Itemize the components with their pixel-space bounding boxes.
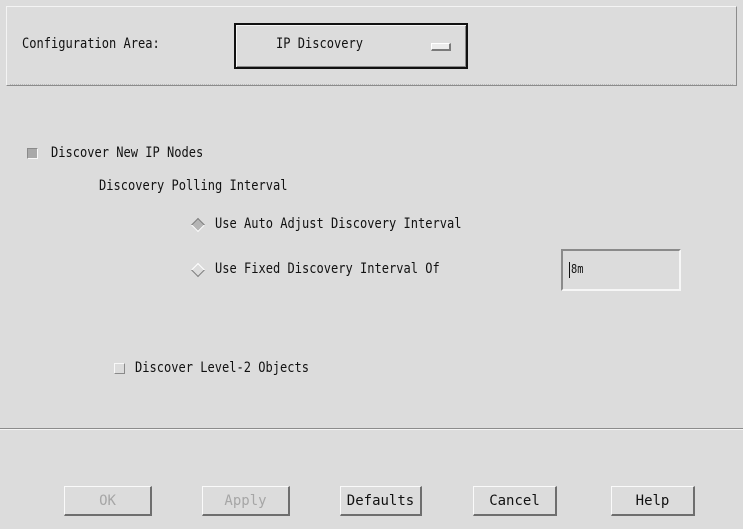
configuration-area-label: Configuration Area: <box>22 36 160 52</box>
ip-discovery-config-dialog: Configuration Area: IP Discovery Discove… <box>0 0 743 529</box>
configuration-area-option-menu[interactable]: IP Discovery <box>234 23 468 69</box>
fixed-interval-input[interactable]: 8m <box>561 249 681 291</box>
text-cursor <box>569 262 570 278</box>
defaults-button-label: Defaults <box>346 493 415 509</box>
topbar-divider <box>10 84 733 85</box>
fixed-interval-label: Use Fixed Discovery Interval Of <box>215 261 440 277</box>
fixed-interval-value: 8m <box>571 262 584 276</box>
discover-level2-objects-checkbox[interactable] <box>114 363 125 374</box>
cancel-button-label: Cancel <box>489 493 540 509</box>
help-button-label: Help <box>635 493 670 509</box>
discover-level2-objects-label: Discover Level-2 Objects <box>135 360 309 376</box>
apply-button[interactable]: Apply <box>202 486 290 516</box>
cancel-button[interactable]: Cancel <box>473 486 557 516</box>
defaults-button[interactable]: Defaults <box>340 486 422 516</box>
auto-adjust-interval-label: Use Auto Adjust Discovery Interval <box>215 216 462 232</box>
configuration-area-selected-value: IP Discovery <box>276 36 363 52</box>
apply-button-label: Apply <box>224 493 267 509</box>
discover-new-ip-nodes-checkbox[interactable] <box>27 148 38 159</box>
ok-button[interactable]: OK <box>64 486 152 516</box>
button-area-separator <box>0 428 743 430</box>
discover-new-ip-nodes-label: Discover New IP Nodes <box>51 145 204 161</box>
option-menu-indicator-icon <box>431 43 451 51</box>
help-button[interactable]: Help <box>611 486 695 516</box>
discovery-polling-interval-heading: Discovery Polling Interval <box>99 178 288 194</box>
ok-button-label: OK <box>99 493 116 509</box>
